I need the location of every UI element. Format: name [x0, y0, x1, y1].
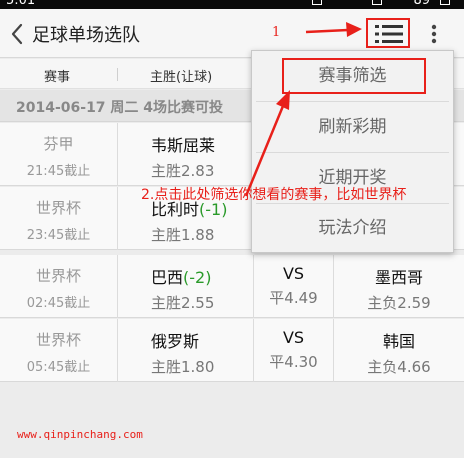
away-team: 墨西哥 [374, 268, 423, 287]
away-cell[interactable]: 墨西哥 主负2.59 [334, 255, 464, 318]
home-cell[interactable]: 俄罗斯 主胜1.80 [118, 319, 254, 382]
menu-button[interactable] [366, 18, 410, 48]
annotation-step-number: 1 [272, 25, 281, 40]
back-button[interactable] [6, 20, 32, 48]
handicap: (-2) [183, 268, 212, 287]
column-header-league: 赛事 [44, 70, 71, 85]
vs-label: VS [282, 328, 305, 347]
draw-cell[interactable]: VS 平4.49 [254, 255, 334, 318]
home-odds: 主胜2.83 [151, 162, 215, 180]
deadline: 05:45截止 [26, 360, 91, 375]
away-team: 韩国 [382, 332, 415, 351]
battery-level: 89 [413, 0, 430, 8]
draw-cell[interactable]: VS 平4.30 [254, 319, 334, 382]
watermark: www.qinpinchang.com [17, 428, 143, 441]
signal-icon [372, 0, 382, 5]
column-header-home: 主胜(让球) [150, 70, 213, 85]
chevron-left-icon [11, 23, 23, 45]
draw-odds: 平4.30 [269, 353, 318, 371]
league-name: 芬甲 [43, 135, 74, 153]
vertical-dots-icon [431, 24, 437, 44]
deadline: 23:45截止 [26, 228, 91, 243]
deadline: 21:45截止 [26, 164, 91, 179]
list-menu-icon [375, 25, 403, 43]
more-options-button[interactable] [424, 20, 444, 48]
annotation-instruction: 2.点击此处筛选你想看的赛事，比如世界杯 [141, 187, 407, 203]
league-cell: 世界杯 02:45截止 [0, 255, 118, 318]
vs-label: VS [282, 264, 305, 283]
menu-item-how-to-play[interactable]: 玩法介绍 [252, 203, 453, 253]
draw-odds: 平4.49 [269, 289, 318, 307]
match-row[interactable]: 世界杯 05:45截止 俄罗斯 主胜1.80 VS 平4.30 韩国 主负4.6… [0, 319, 464, 382]
home-team: 韦斯屈莱 [151, 136, 216, 155]
away-odds: 主负4.66 [367, 358, 431, 376]
league-name: 世界杯 [35, 199, 81, 217]
league-cell: 世界杯 23:45截止 [0, 187, 118, 250]
home-team: 巴西 [151, 268, 184, 287]
deadline: 02:45截止 [26, 296, 91, 311]
league-cell: 世界杯 05:45截止 [0, 319, 118, 382]
home-odds: 主胜2.55 [151, 294, 215, 312]
home-odds: 主胜1.80 [151, 358, 215, 376]
home-odds: 主胜1.88 [151, 226, 215, 244]
overflow-menu: 赛事筛选 刷新彩期 近期开奖 玩法介绍 [251, 50, 454, 253]
status-bar: 5:01 89 [0, 0, 464, 9]
away-odds: 主负2.59 [367, 294, 431, 312]
page-title: 足球单场选队 [32, 25, 140, 46]
status-time: 5:01 [6, 0, 36, 8]
column-divider [117, 68, 118, 81]
home-team: 俄罗斯 [151, 332, 200, 351]
home-cell[interactable]: 巴西(-2) 主胜2.55 [118, 255, 254, 318]
league-name: 世界杯 [35, 267, 81, 285]
menu-item-refresh[interactable]: 刷新彩期 [252, 102, 453, 152]
league-cell: 芬甲 21:45截止 [0, 123, 118, 186]
battery-icon [440, 0, 450, 5]
league-name: 世界杯 [35, 331, 81, 349]
match-row[interactable]: 世界杯 02:45截止 巴西(-2) 主胜2.55 VS 平4.49 墨西哥 主… [0, 255, 464, 318]
alarm-icon [312, 0, 322, 5]
away-cell[interactable]: 韩国 主负4.66 [334, 319, 464, 382]
home-cell[interactable]: 韦斯屈莱 主胜2.83 [118, 123, 254, 186]
filter-highlight-box [282, 58, 426, 94]
